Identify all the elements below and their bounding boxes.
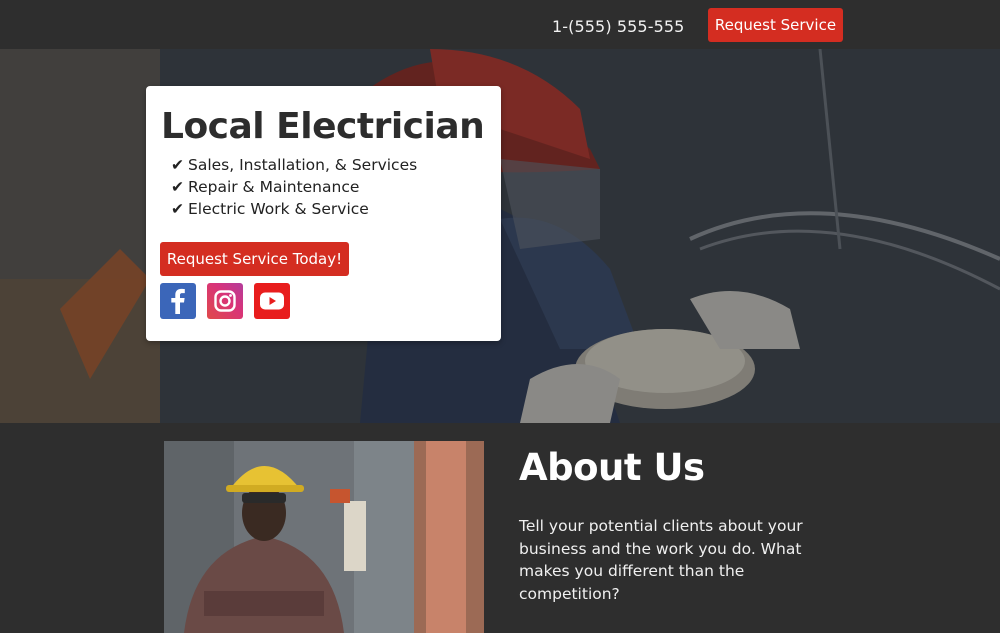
- feature-list: ✔ Sales, Installation, & Services ✔ Repair…: [171, 154, 417, 220]
- request-service-today-button[interactable]: Request Service Today!: [160, 242, 349, 276]
- checkmark-icon: ✔: [171, 200, 184, 218]
- about-title: About Us: [519, 446, 705, 489]
- hero-title: Local Electrician: [161, 106, 485, 147]
- phone-number[interactable]: 1-(555) 555-555: [552, 17, 684, 36]
- request-service-button[interactable]: Request Service: [708, 8, 843, 42]
- facebook-icon: [171, 288, 185, 314]
- youtube-link[interactable]: [254, 283, 290, 319]
- top-navigation-bar: 1-(555) 555-555 Request Service: [0, 0, 1000, 49]
- instagram-link[interactable]: [207, 283, 243, 319]
- instagram-icon: [214, 290, 236, 312]
- hero-card: Local Electrician ✔ Sales, Installation, …: [146, 86, 501, 341]
- feature-item: ✔ Sales, Installation, & Services: [171, 156, 418, 174]
- electrician-photo: [164, 441, 484, 633]
- about-section: About Us Tell your potential clients abo…: [0, 423, 1000, 633]
- youtube-icon: [260, 292, 284, 310]
- facebook-link[interactable]: [160, 283, 196, 319]
- checkmark-icon: ✔: [171, 156, 184, 174]
- checkmark-icon: ✔: [171, 178, 184, 196]
- feature-item: ✔ Electric Work & Service: [171, 200, 369, 218]
- feature-item: ✔ Repair & Maintenance: [171, 178, 360, 196]
- about-description: Tell your potential clients about your b…: [519, 517, 803, 603]
